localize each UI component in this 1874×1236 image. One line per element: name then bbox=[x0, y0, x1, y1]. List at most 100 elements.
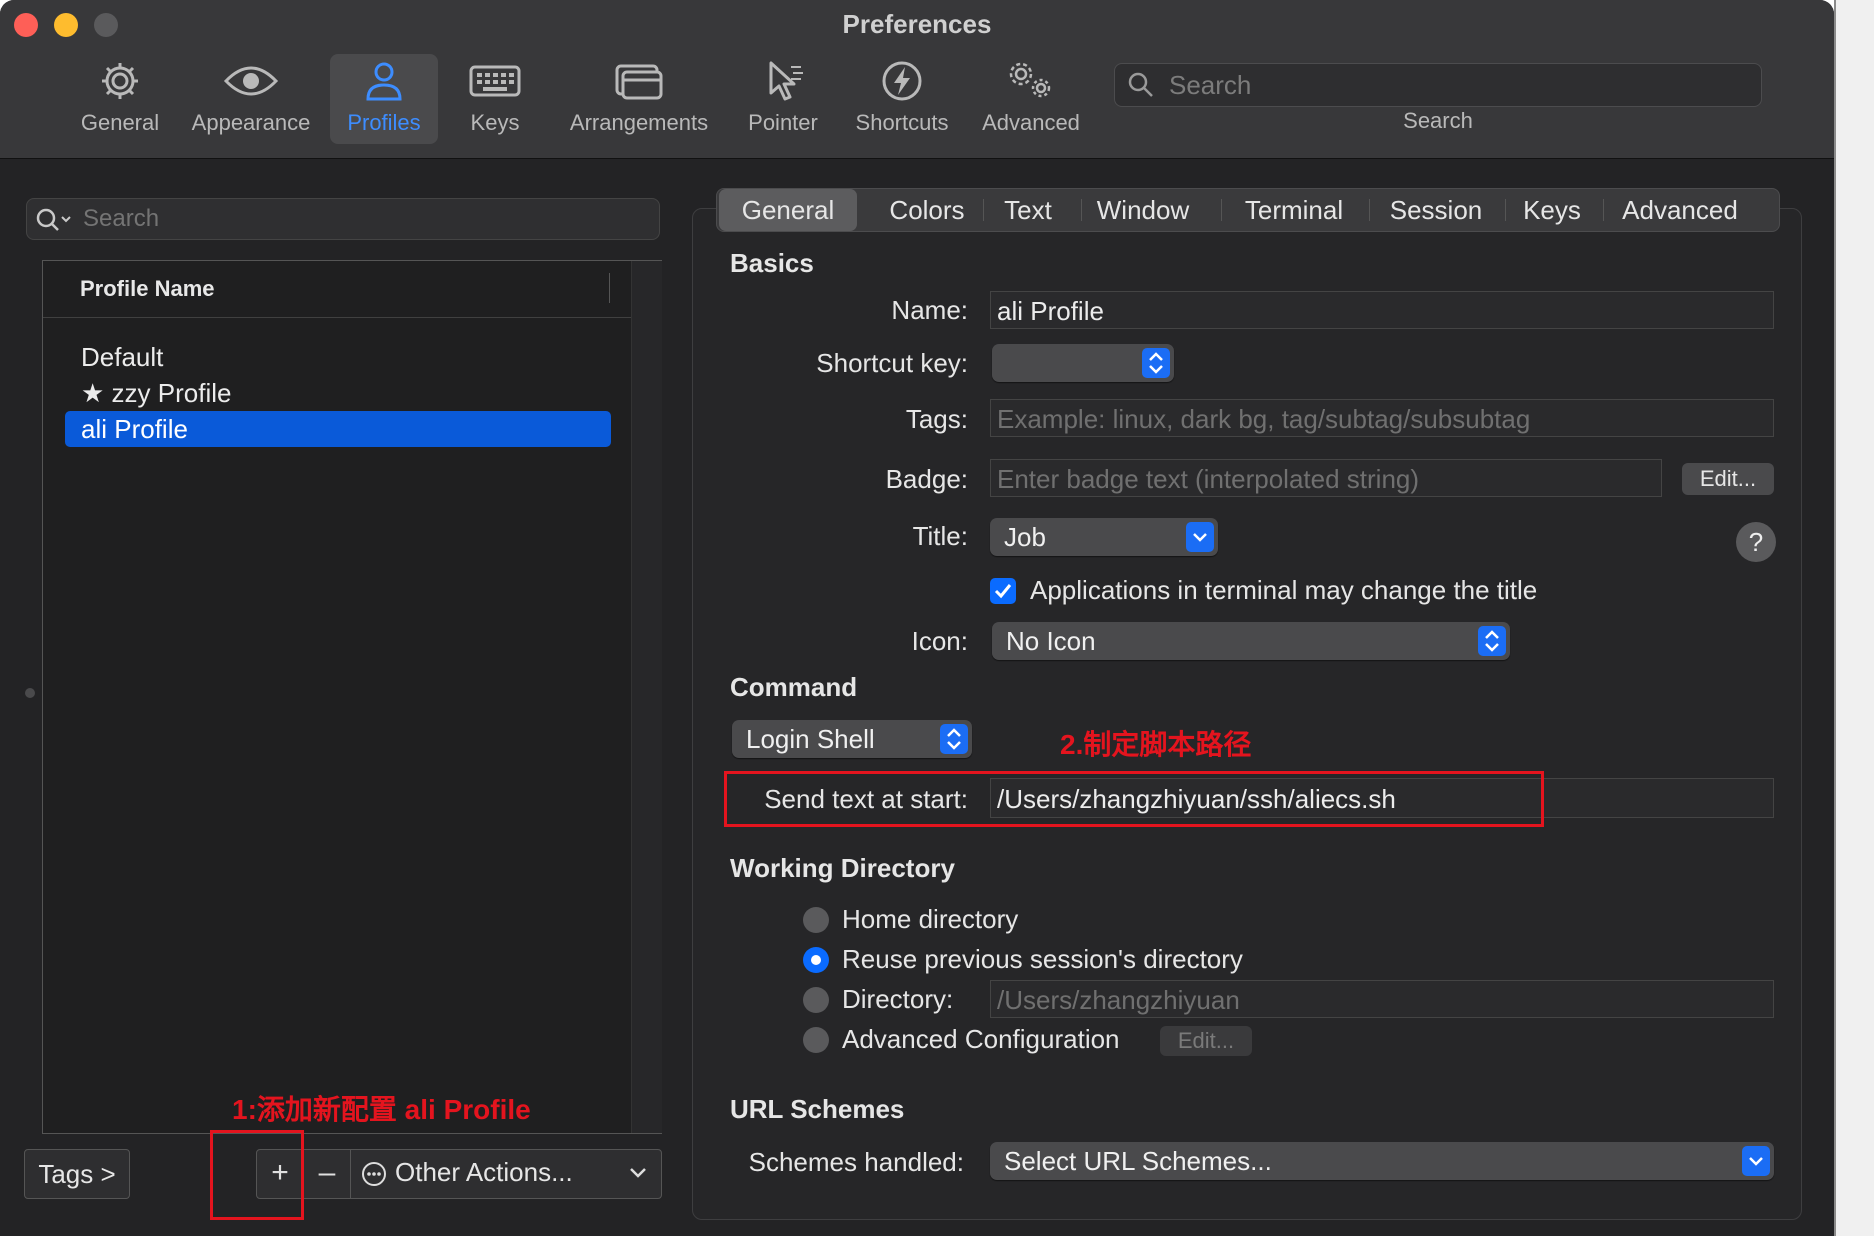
toolbar: Preferences General Appearance Profiles … bbox=[0, 0, 1834, 159]
tab-colors[interactable]: Colors bbox=[867, 189, 987, 231]
toolbar-advanced-label: Advanced bbox=[982, 110, 1080, 135]
toolbar-profiles[interactable]: Profiles bbox=[330, 54, 438, 144]
apps-change-title-checkbox[interactable] bbox=[990, 578, 1016, 604]
profile-list: Profile Name Default ★ zzy Profile ali P… bbox=[42, 260, 662, 1134]
working-directory-heading: Working Directory bbox=[730, 853, 955, 883]
basics-heading: Basics bbox=[730, 248, 814, 278]
profile-search-input[interactable] bbox=[81, 199, 645, 239]
keyboard-icon bbox=[450, 54, 540, 108]
tab-divider bbox=[1369, 199, 1370, 221]
toolbar-pointer[interactable]: Pointer bbox=[736, 54, 830, 144]
profile-row-label: ali Profile bbox=[81, 414, 188, 444]
url-schemes-popup[interactable]: Select URL Schemes... bbox=[990, 1142, 1774, 1180]
profile-actions-bar: + – Other Actions... bbox=[256, 1149, 662, 1199]
apps-change-title-label: Applications in terminal may change the … bbox=[1030, 575, 1538, 605]
preferences-search-input[interactable] bbox=[1167, 64, 1751, 106]
help-button[interactable]: ? bbox=[1736, 522, 1776, 562]
search-caption: Search bbox=[1403, 108, 1473, 133]
profile-list-scrollbar[interactable] bbox=[631, 261, 662, 1133]
annotation-step1: 1:添加新配置 ali Profile bbox=[232, 1094, 531, 1125]
tab-session[interactable]: Session bbox=[1371, 189, 1501, 231]
window-title: Preferences bbox=[842, 9, 992, 39]
profile-row-ali[interactable]: ali Profile bbox=[65, 411, 611, 447]
profile-search-field[interactable] bbox=[26, 198, 660, 240]
toolbar-appearance-label: Appearance bbox=[191, 110, 311, 135]
star-icon: ★ bbox=[81, 378, 112, 408]
toolbar-shortcuts[interactable]: Shortcuts bbox=[848, 54, 956, 144]
shortcut-key-popup[interactable] bbox=[992, 344, 1174, 382]
search-icon bbox=[1127, 71, 1155, 104]
toolbar-pointer-label: Pointer bbox=[748, 110, 818, 135]
gear-icon bbox=[70, 54, 170, 108]
tags-button[interactable]: Tags > bbox=[24, 1149, 130, 1199]
profile-row-zzy[interactable]: ★ zzy Profile bbox=[65, 375, 611, 411]
annotation-highlight-send-text bbox=[724, 771, 1544, 827]
gears-icon bbox=[976, 54, 1086, 108]
name-field[interactable]: ali Profile bbox=[990, 291, 1774, 329]
toolbar-keys-label: Keys bbox=[470, 110, 520, 135]
toolbar-shortcuts-label: Shortcuts bbox=[855, 110, 949, 135]
other-actions-menu[interactable]: Other Actions... bbox=[351, 1150, 661, 1198]
tab-general[interactable]: General bbox=[719, 189, 857, 231]
tab-divider bbox=[983, 199, 984, 221]
split-view-handle[interactable] bbox=[25, 688, 35, 698]
chevron-down-icon bbox=[629, 1166, 647, 1185]
radio-directory[interactable] bbox=[803, 987, 829, 1013]
stepper-arrows-icon bbox=[1142, 348, 1170, 378]
title-popup[interactable]: Job bbox=[990, 518, 1218, 556]
profile-tab-bar: General Colors Text Window Terminal Sess… bbox=[716, 188, 1780, 232]
chevron-down-icon bbox=[1742, 1146, 1770, 1176]
title-popup-value: Job bbox=[1004, 522, 1046, 552]
toolbar-arrangements-label: Arrangements bbox=[569, 110, 709, 135]
advanced-configuration-label: Advanced Configuration bbox=[842, 1024, 1120, 1054]
toolbar-general[interactable]: General bbox=[70, 54, 170, 144]
preferences-search-field[interactable] bbox=[1114, 63, 1762, 107]
radio-advanced-configuration[interactable] bbox=[803, 1027, 829, 1053]
preferences-window: Preferences General Appearance Profiles … bbox=[0, 0, 1834, 1236]
toolbar-arrangements[interactable]: Arrangements bbox=[560, 54, 718, 144]
badge-edit-button[interactable]: Edit... bbox=[1682, 463, 1774, 495]
reuse-previous-label: Reuse previous session's directory bbox=[842, 944, 1243, 974]
tab-advanced[interactable]: Advanced bbox=[1605, 189, 1755, 231]
url-schemes-value: Select URL Schemes... bbox=[1004, 1146, 1272, 1176]
badge-field[interactable]: Enter badge text (interpolated string) bbox=[990, 459, 1662, 497]
desktop-background bbox=[1836, 0, 1874, 1236]
annotation-step2: 2.制定脚本路径 bbox=[1060, 729, 1252, 760]
command-mode-value: Login Shell bbox=[746, 724, 875, 754]
checkmark-icon bbox=[994, 584, 1012, 599]
tags-field[interactable]: Example: linux, dark bg, tag/subtag/subs… bbox=[990, 399, 1774, 437]
url-schemes-heading: URL Schemes bbox=[730, 1094, 905, 1124]
tab-window[interactable]: Window bbox=[1083, 189, 1203, 231]
tab-keys[interactable]: Keys bbox=[1507, 189, 1597, 231]
icon-popup[interactable]: No Icon bbox=[992, 622, 1510, 660]
radio-reuse-previous[interactable] bbox=[803, 947, 829, 973]
schemes-handled-label: Schemes handled: bbox=[748, 1147, 964, 1177]
tab-divider bbox=[1505, 199, 1506, 221]
icon-label: Icon: bbox=[911, 626, 968, 656]
tab-terminal[interactable]: Terminal bbox=[1223, 189, 1365, 231]
toolbar-appearance[interactable]: Appearance bbox=[186, 54, 316, 144]
eye-icon bbox=[186, 54, 316, 108]
command-mode-popup[interactable]: Login Shell bbox=[732, 720, 972, 758]
directory-field[interactable]: /Users/zhangzhiyuan bbox=[990, 980, 1774, 1018]
shortcut-key-label: Shortcut key: bbox=[816, 348, 968, 378]
annotation-highlight-add-button bbox=[210, 1130, 304, 1220]
tab-divider bbox=[1081, 199, 1082, 221]
toolbar-profiles-label: Profiles bbox=[347, 110, 421, 135]
profile-row-default[interactable]: Default bbox=[65, 339, 611, 375]
other-actions-label: Other Actions... bbox=[395, 1157, 573, 1187]
profile-name-column-header[interactable]: Profile Name bbox=[43, 261, 631, 318]
toolbar-general-label: General bbox=[80, 110, 160, 135]
ellipsis-circle-icon bbox=[361, 1161, 387, 1192]
remove-profile-button[interactable]: – bbox=[304, 1150, 350, 1198]
badge-label: Badge: bbox=[885, 464, 968, 494]
tab-text[interactable]: Text bbox=[985, 189, 1071, 231]
title-label: Title: bbox=[912, 521, 968, 551]
toolbar-keys[interactable]: Keys bbox=[450, 54, 540, 144]
tab-divider bbox=[1221, 199, 1222, 221]
advanced-configuration-edit-button[interactable]: Edit... bbox=[1160, 1026, 1252, 1056]
profile-row-label: zzy Profile bbox=[111, 378, 232, 408]
radio-home-directory[interactable] bbox=[803, 907, 829, 933]
column-divider bbox=[609, 273, 610, 303]
toolbar-advanced[interactable]: Advanced bbox=[976, 54, 1086, 144]
